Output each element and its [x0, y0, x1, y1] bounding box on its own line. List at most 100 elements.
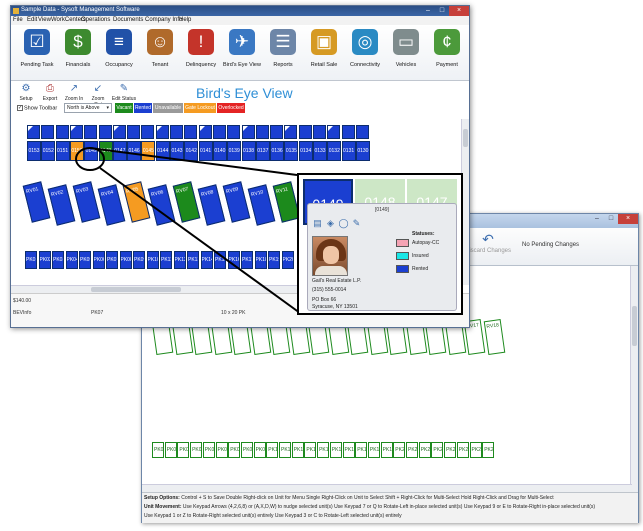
unit-0140[interactable]: 0140 — [212, 141, 227, 161]
unit-PK11[interactable]: PK11 — [160, 251, 172, 269]
unit-top[interactable] — [313, 125, 326, 139]
unit-top[interactable] — [341, 125, 355, 139]
unit-0147[interactable]: 0147 — [112, 141, 127, 161]
unit-0142[interactable]: 0142 — [184, 141, 199, 161]
unit-0151[interactable]: 0151 — [55, 141, 70, 161]
unit-PK10[interactable]: PK10 — [146, 251, 159, 269]
unit-top[interactable] — [327, 125, 341, 139]
setup-unit[interactable]: PK16 — [342, 442, 355, 458]
minimize-icon[interactable]: – — [421, 6, 435, 16]
unit-PK18[interactable]: PK18 — [254, 251, 267, 269]
unit-top[interactable] — [84, 125, 98, 139]
unit-RV04[interactable]: RV04 — [97, 184, 126, 226]
unit-0153[interactable]: 0153 — [27, 141, 41, 161]
setup-unit[interactable]: PK21 — [406, 442, 418, 458]
setup-unit[interactable]: PK02 — [164, 442, 177, 458]
setup-unit[interactable]: RV18 — [483, 318, 505, 356]
unit-PK09[interactable]: PK09 — [133, 251, 145, 269]
unit-PK20[interactable]: PK20 — [281, 251, 294, 269]
close-icon[interactable]: × — [449, 6, 469, 16]
menu-item-edit[interactable]: Edit — [27, 17, 37, 23]
maximize-icon[interactable]: □ — [435, 6, 449, 16]
unit-PK06[interactable]: PK06 — [92, 251, 105, 269]
document-icon[interactable]: ▤ — [312, 218, 323, 228]
money-icon[interactable]: ◈ — [325, 218, 336, 228]
unit-top[interactable] — [27, 125, 40, 139]
minimize-icon[interactable]: – — [590, 214, 604, 224]
maximize-icon[interactable]: □ — [604, 214, 618, 224]
discard-changes-button[interactable]: ↶ Discard Changes — [464, 232, 512, 254]
setup-unit[interactable]: PK15 — [329, 442, 342, 458]
setup-unit[interactable]: PK18 — [367, 442, 380, 458]
unit-top[interactable] — [227, 125, 241, 139]
unit-PK03[interactable]: PK03 — [52, 251, 64, 269]
unit-PK15[interactable]: PK15 — [214, 251, 226, 269]
unit-0138[interactable]: 0138 — [241, 141, 256, 161]
lock-icon[interactable]: ◯ — [338, 218, 349, 228]
edit-status-button[interactable]: ✎ Edit Status — [111, 84, 137, 103]
unit-0149[interactable]: 0149 — [84, 141, 99, 161]
unit-top[interactable] — [355, 125, 369, 139]
unit-PK08[interactable]: PK08 — [119, 251, 132, 269]
unit-PK07[interactable]: PK07 — [106, 251, 118, 269]
setup-unit[interactable]: PK09 — [253, 442, 266, 458]
unit-PK01[interactable]: PK01 — [25, 251, 37, 269]
setup-unit[interactable]: PK27 — [482, 442, 495, 458]
menu-item-operations[interactable]: Operations — [81, 17, 110, 23]
unit-PK04[interactable]: PK04 — [65, 251, 78, 269]
menu-item-documents[interactable]: Documents — [113, 17, 143, 23]
ribbon-payment-button[interactable]: ¢ Payment — [423, 29, 471, 77]
unit-PK12[interactable]: PK12 — [173, 251, 186, 269]
unit-0145[interactable]: 0145 — [141, 141, 156, 161]
unit-0148[interactable]: 0148 — [98, 141, 113, 161]
close-icon[interactable]: × — [618, 214, 638, 224]
zoom-in-button[interactable]: ↗ Zoom In — [63, 84, 85, 103]
setup-unit[interactable]: PK04 — [190, 442, 203, 458]
unit-top[interactable] — [112, 125, 126, 139]
setup-unit[interactable]: PK06 — [215, 442, 228, 458]
setup-unit[interactable]: PK11 — [279, 442, 291, 458]
unit-0136[interactable]: 0136 — [270, 141, 285, 161]
show-toolbar-checkbox[interactable]: ✓ Show Toolbar — [17, 105, 57, 111]
setup-button[interactable]: ⚙ Setup — [15, 84, 37, 103]
unit-PK14[interactable]: PK14 — [200, 251, 213, 269]
unit-RV02[interactable]: RV02 — [47, 184, 76, 226]
setup-unit[interactable]: PK23 — [431, 442, 444, 458]
unit-PK17[interactable]: PK17 — [241, 251, 253, 269]
unit-RV08[interactable]: RV08 — [197, 184, 226, 226]
unit-top[interactable] — [212, 125, 226, 139]
unit-top[interactable] — [141, 125, 155, 139]
menu-item-view[interactable]: View — [38, 17, 51, 23]
unit-top[interactable] — [55, 125, 69, 139]
menu-item-file[interactable]: File — [13, 17, 23, 23]
unit-0130[interactable]: 0130 — [355, 141, 370, 161]
unit-RV10[interactable]: RV10 — [247, 184, 276, 226]
unit-top[interactable] — [270, 125, 284, 139]
unit-0139[interactable]: 0139 — [227, 141, 242, 161]
unit-top[interactable] — [98, 125, 112, 139]
unit-top[interactable] — [155, 125, 169, 139]
unit-0133[interactable]: 0133 — [313, 141, 327, 161]
unit-top[interactable] — [184, 125, 198, 139]
unit-top[interactable] — [255, 125, 269, 139]
unit-PK16[interactable]: PK16 — [227, 251, 240, 269]
setup-unit[interactable]: PK14 — [317, 442, 330, 458]
unit-RV03[interactable]: RV03 — [72, 181, 101, 223]
unit-RV09[interactable]: RV09 — [222, 181, 251, 223]
setup-unit[interactable]: PK07 — [228, 442, 241, 458]
unit-top[interactable] — [41, 125, 55, 139]
setup-unit[interactable]: PK13 — [304, 442, 317, 458]
unit-RV05[interactable]: RV05 — [122, 181, 151, 223]
setup-horizontal-scrollbar[interactable] — [142, 484, 632, 492]
unit-0135[interactable]: 0135 — [284, 141, 299, 161]
unit-0137[interactable]: 0137 — [255, 141, 270, 161]
menu-item-help[interactable]: Help — [179, 17, 191, 23]
unit-RV07[interactable]: RV07 — [172, 181, 201, 223]
unit-0144[interactable]: 0144 — [155, 141, 170, 161]
export-button[interactable]: ⎙ Export — [39, 84, 61, 103]
setup-unit[interactable]: PK01 — [152, 442, 164, 458]
setup-unit[interactable]: PK25 — [456, 442, 469, 458]
unit-top[interactable] — [298, 125, 312, 139]
unit-top[interactable] — [284, 125, 298, 139]
unit-0152[interactable]: 0152 — [41, 141, 56, 161]
